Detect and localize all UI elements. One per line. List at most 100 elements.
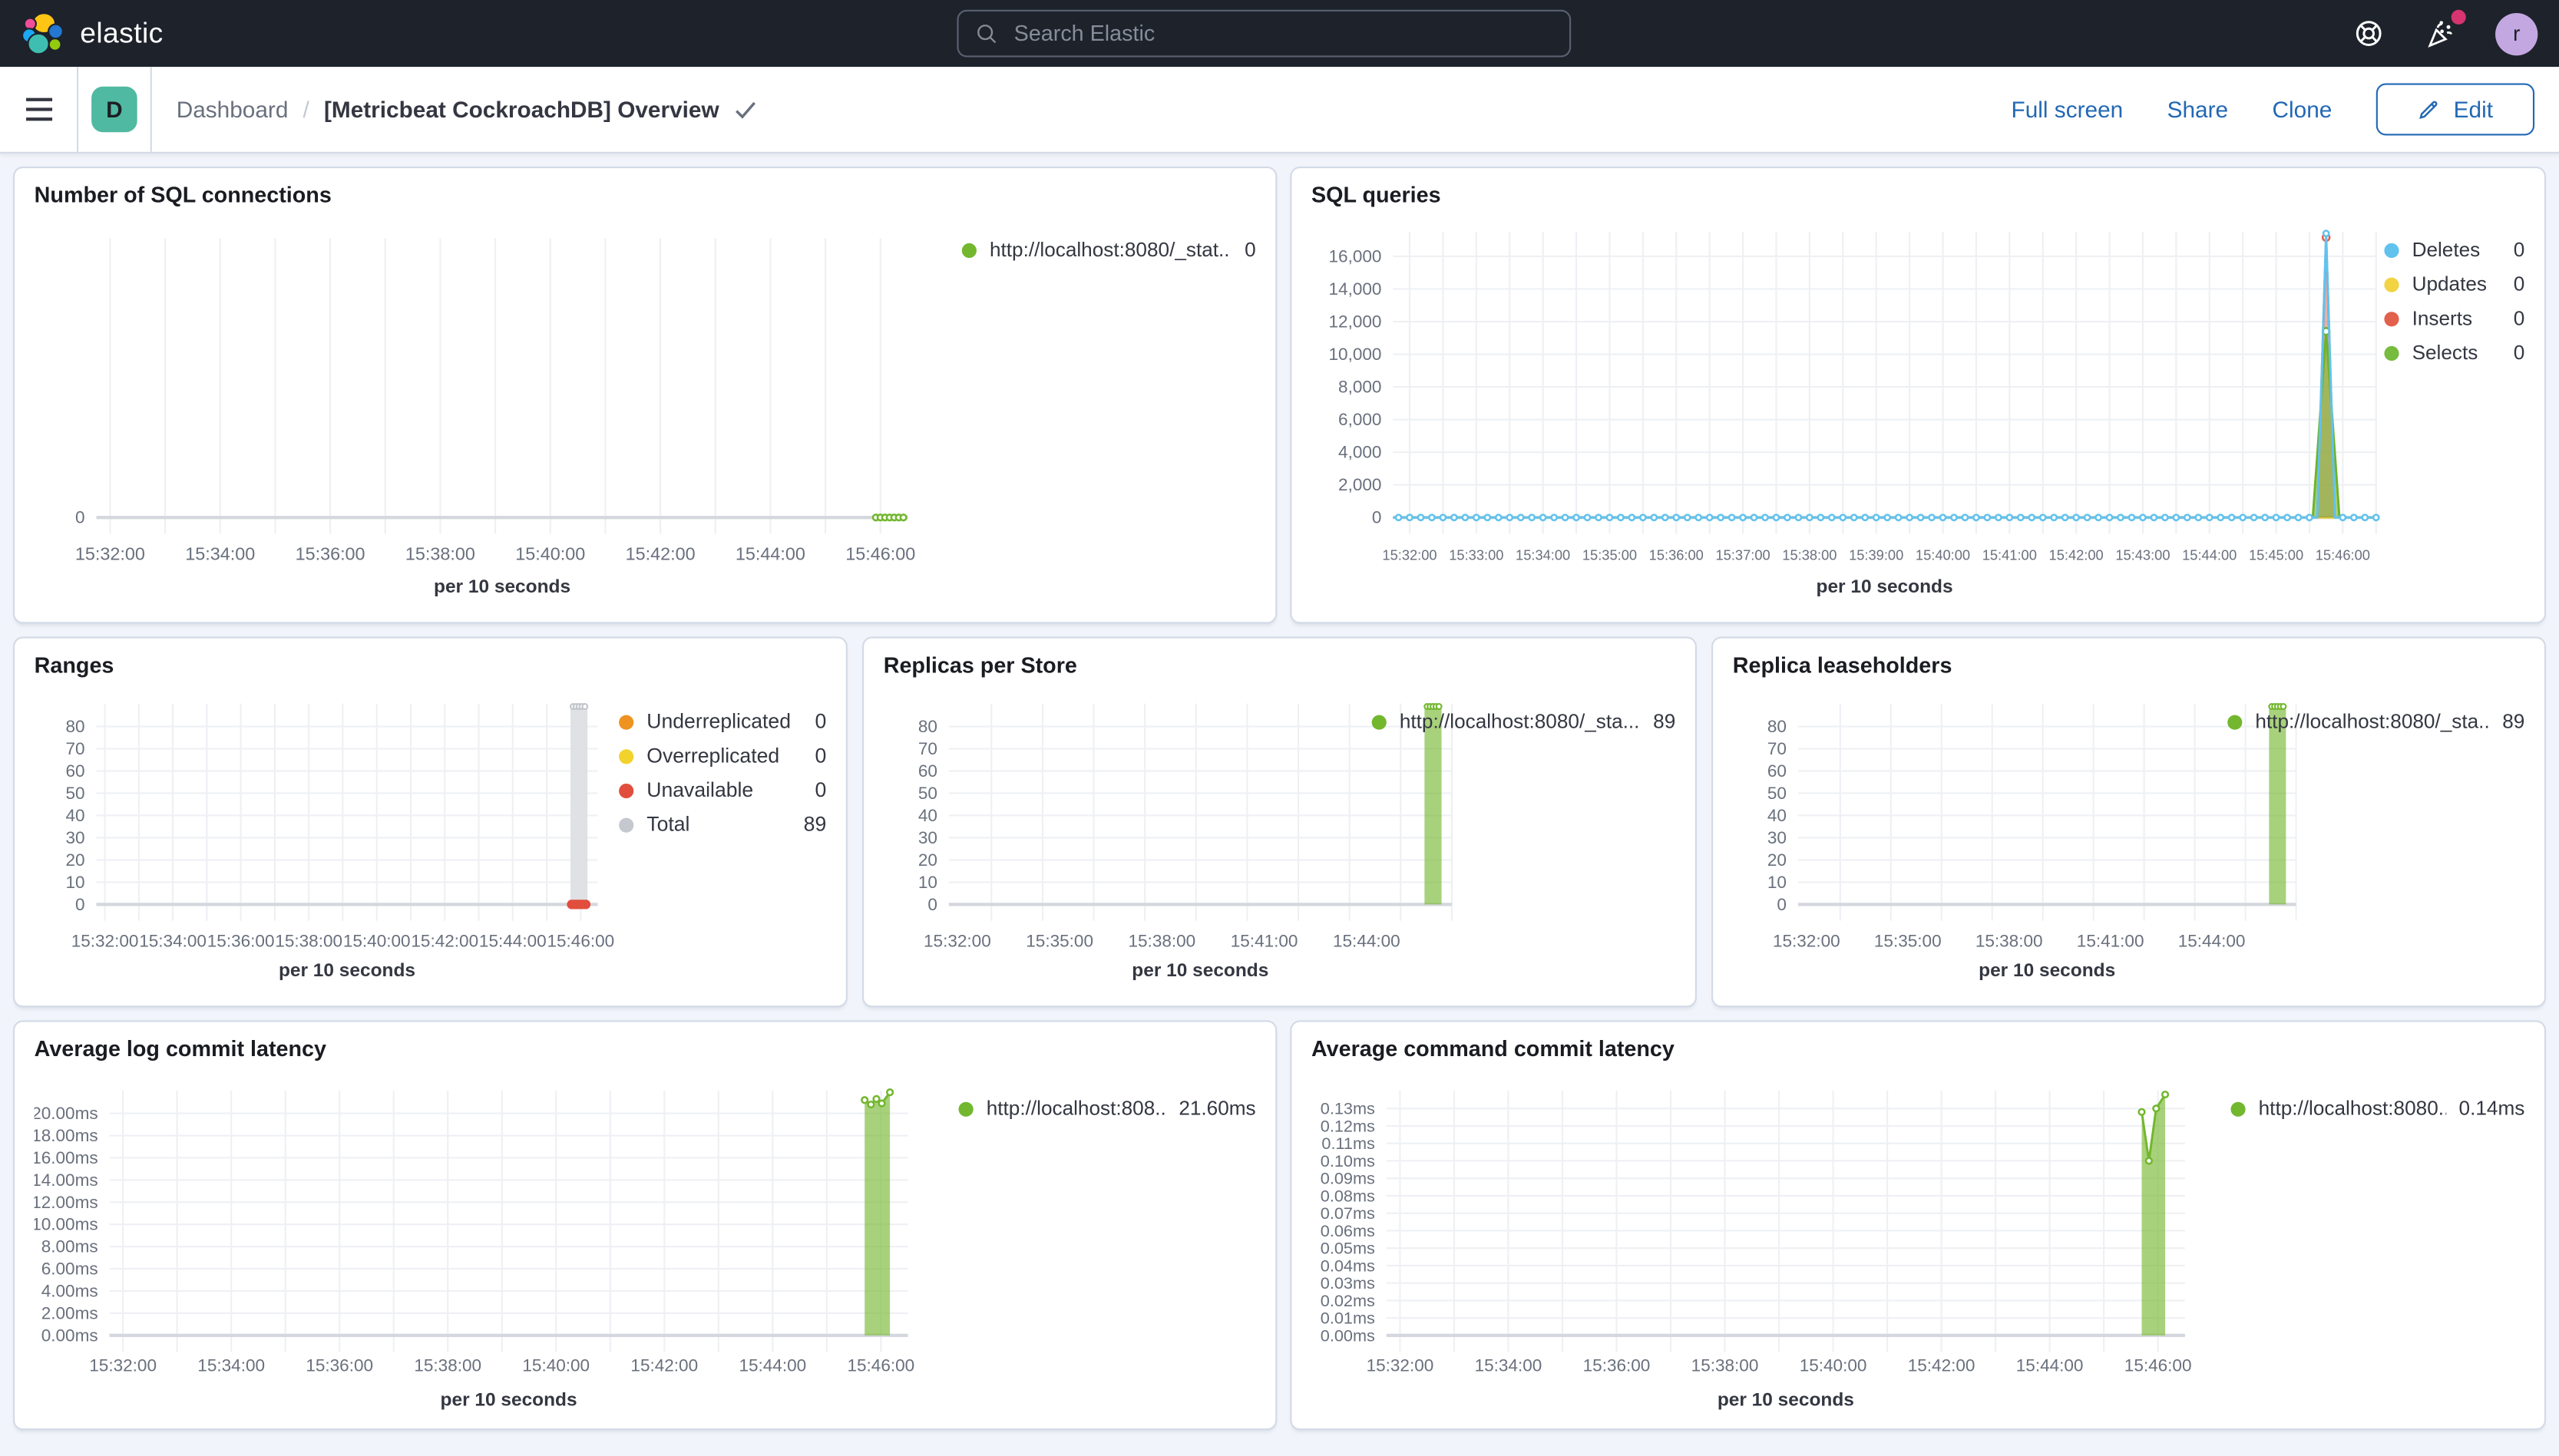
svg-text:6.00ms: 6.00ms	[41, 1260, 98, 1279]
svg-text:15:32:00: 15:32:00	[71, 932, 139, 951]
svg-text:20: 20	[918, 850, 937, 870]
svg-text:15:40:00: 15:40:00	[1800, 1356, 1867, 1375]
legend-label: Deletes	[2412, 239, 2481, 262]
svg-text:40: 40	[918, 806, 937, 825]
legend-dot-icon	[2384, 243, 2399, 259]
legend-item[interactable]: Unavailable 0	[619, 780, 826, 802]
svg-text:15:36:00: 15:36:00	[306, 1356, 373, 1375]
svg-text:50: 50	[918, 784, 937, 803]
share-button[interactable]: Share	[2167, 96, 2228, 122]
main-menu-button[interactable]	[0, 67, 77, 152]
chart-area: 0 15:32:00 15:34:00 15:36:00 15:38:00 15:40:0…	[35, 210, 1256, 609]
panel-row-3: Average log commit latency 0.00ms 2.00ms 4…	[13, 1020, 2546, 1431]
svg-text:15:44:00: 15:44:00	[2178, 932, 2246, 951]
legend-item[interactable]: Updates 0	[2384, 273, 2524, 295]
chart-legend: http://localhost:8080/_sta... 89	[1371, 711, 1675, 734]
svg-text:15:36:00: 15:36:00	[1649, 547, 1704, 563]
svg-text:15:34:00: 15:34:00	[139, 932, 207, 951]
svg-text:0.08ms: 0.08ms	[1321, 1186, 1375, 1205]
legend-value: 0	[2513, 341, 2525, 365]
legend-dot-icon	[619, 783, 634, 799]
chart-canvas[interactable]: 0 15:32:00 15:34:00 15:36:00 15:38:00 15:40:0…	[35, 210, 1256, 609]
news-button[interactable]	[2423, 9, 2466, 51]
panel-title: SQL queries	[1311, 183, 1441, 208]
svg-text:50: 50	[66, 784, 85, 803]
svg-text:15:42:00: 15:42:00	[626, 544, 696, 564]
svg-text:15:44:00: 15:44:00	[2016, 1356, 2084, 1375]
panel-title: Average command commit latency	[1311, 1036, 1675, 1061]
legend-item[interactable]: Selects 0	[2384, 341, 2525, 365]
svg-text:15:32:00: 15:32:00	[1367, 1356, 1434, 1375]
breadcrumb-dashboard-link[interactable]: Dashboard	[177, 96, 289, 122]
elastic-brand[interactable]: elastic	[0, 12, 164, 55]
svg-text:0.13ms: 0.13ms	[1321, 1099, 1375, 1118]
svg-text:15:32:00: 15:32:00	[75, 544, 145, 564]
svg-text:16,000: 16,000	[1329, 246, 1382, 266]
legend-value: 89	[803, 813, 827, 837]
svg-text:15:46:00: 15:46:00	[847, 1356, 914, 1375]
chart-canvas[interactable]: 0 2,000 4,000 6,000 8,000 10,000 12,000 14,000 1…	[1311, 210, 2528, 609]
svg-text:15:38:00: 15:38:00	[1129, 932, 1196, 951]
legend-value: 0	[2513, 306, 2525, 330]
legend-item[interactable]: http://localhost:8080... 0.14ms	[2230, 1098, 2524, 1120]
help-button[interactable]	[2352, 16, 2386, 51]
page-title: [Metricbeat CockroachDB] Overview	[323, 96, 719, 123]
svg-text:0.05ms: 0.05ms	[1321, 1239, 1375, 1258]
user-avatar[interactable]: r	[2495, 12, 2538, 55]
space-selector[interactable]: D	[78, 67, 150, 152]
svg-text:15:37:00: 15:37:00	[1715, 547, 1770, 563]
svg-text:30: 30	[918, 828, 937, 847]
svg-text:2.00ms: 2.00ms	[41, 1303, 98, 1322]
legend-label: http://localhost:8080/_sta...	[2255, 711, 2490, 734]
edit-button[interactable]: Edit	[2376, 83, 2535, 136]
legend-item[interactable]: http://localhost:8080/_stat... 0	[961, 239, 1256, 262]
legend-label: http://localhost:8080/_sta...	[1399, 711, 1640, 734]
svg-text:15:42:00: 15:42:00	[2049, 547, 2104, 563]
dashboard-grid: Number of SQL connections 0 15:32:00 15:34…	[0, 154, 2559, 1456]
panel-title: Replica leaseholders	[1732, 652, 1952, 678]
legend-label: http://localhost:8080...	[2258, 1098, 2446, 1121]
legend-item[interactable]: Overreplicated 0	[619, 745, 826, 768]
life-ring-icon	[2356, 21, 2382, 46]
legend-item[interactable]: http://localhost:8080/_sta... 89	[2227, 711, 2524, 733]
svg-text:20: 20	[66, 850, 85, 870]
svg-text:15:44:00: 15:44:00	[2182, 547, 2237, 563]
svg-text:4,000: 4,000	[1338, 443, 1381, 462]
svg-text:15:38:00: 15:38:00	[1691, 1356, 1759, 1375]
space-badge: D	[91, 86, 137, 133]
legend-item[interactable]: Underreplicated 0	[619, 711, 826, 733]
svg-text:0: 0	[75, 508, 85, 527]
svg-text:0.12ms: 0.12ms	[1321, 1116, 1375, 1135]
svg-text:15:46:00: 15:46:00	[2316, 547, 2370, 563]
svg-text:4.00ms: 4.00ms	[41, 1281, 98, 1300]
svg-text:0.11ms: 0.11ms	[1321, 1134, 1375, 1153]
svg-text:15:36:00: 15:36:00	[207, 932, 275, 951]
legend-item[interactable]: Total 89	[619, 814, 826, 836]
legend-value: 0	[815, 710, 827, 734]
svg-text:15:41:00: 15:41:00	[1231, 932, 1298, 951]
svg-text:20.00ms: 20.00ms	[35, 1104, 98, 1123]
svg-text:15:38:00: 15:38:00	[1782, 547, 1837, 563]
svg-text:15:42:00: 15:42:00	[411, 932, 478, 951]
legend-item[interactable]: Deletes 0	[2384, 238, 2525, 262]
search-input[interactable]	[1010, 19, 1553, 48]
clone-button[interactable]: Clone	[2273, 96, 2333, 122]
svg-text:15:39:00: 15:39:00	[1849, 547, 1903, 563]
svg-text:per 10 seconds: per 10 seconds	[434, 576, 570, 597]
legend-value: 0	[2513, 238, 2525, 262]
legend-item[interactable]: http://localhost:808... 21.60ms	[958, 1098, 1256, 1120]
global-search[interactable]	[957, 9, 1572, 58]
svg-text:0: 0	[75, 895, 85, 914]
legend-label: http://localhost:8080/_stat...	[989, 239, 1232, 262]
kibana-app: elastic Search Elastic r D Dashboard / […	[0, 0, 2559, 1442]
svg-text:per 10 seconds: per 10 seconds	[279, 960, 415, 981]
chart-legend: http://localhost:808... 21.60ms	[958, 1098, 1256, 1120]
svg-text:50: 50	[1767, 784, 1787, 803]
elastic-logo-icon	[21, 12, 64, 55]
legend-item[interactable]: Inserts 0	[2384, 306, 2525, 330]
legend-item[interactable]: http://localhost:8080/_sta... 89	[1371, 711, 1675, 734]
full-screen-button[interactable]: Full screen	[2012, 96, 2124, 122]
pencil-icon	[2420, 101, 2438, 120]
svg-text:15:32:00: 15:32:00	[924, 932, 991, 951]
panel-title: Replicas per Store	[883, 652, 1077, 678]
